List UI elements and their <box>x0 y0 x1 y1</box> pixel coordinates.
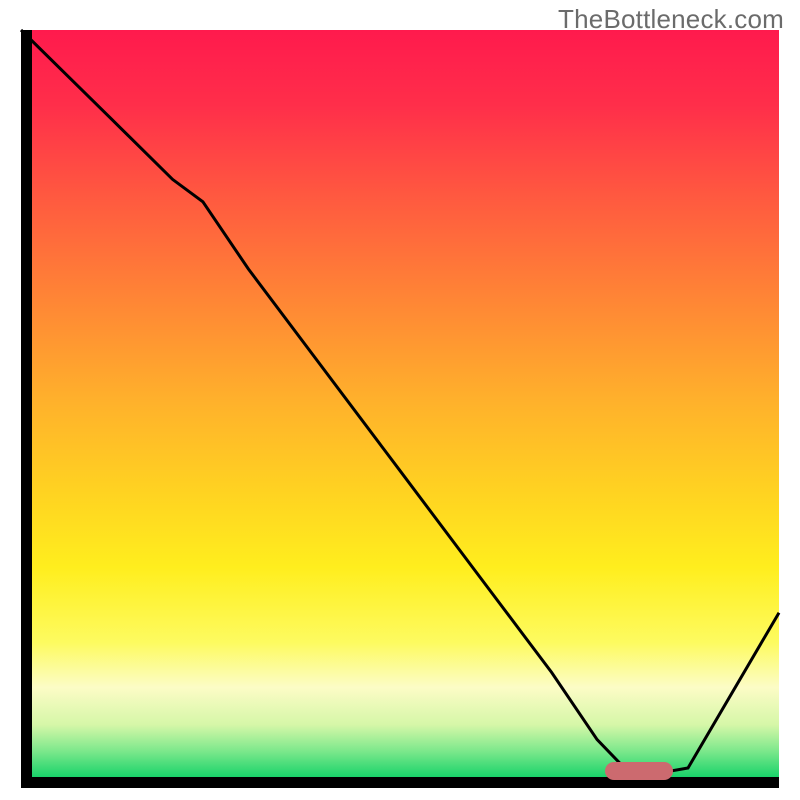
chart-stage: TheBottleneck.com <box>0 0 800 800</box>
axes-frame <box>21 30 779 788</box>
optimal-marker <box>605 762 673 780</box>
